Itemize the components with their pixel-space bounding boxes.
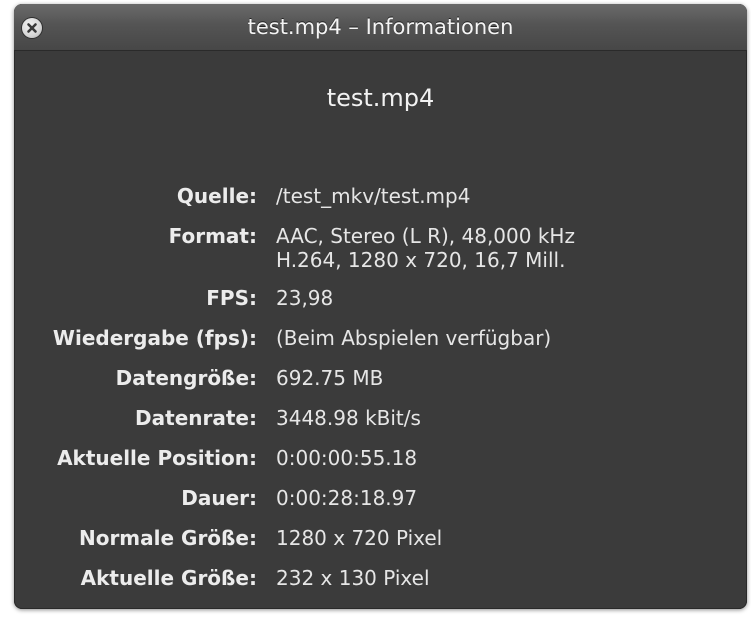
format-video-line: H.264, 1280 x 720, 16,7 Mill. — [276, 248, 566, 272]
info-row-duration: Dauer: 0:00:28:18.97 — [14, 482, 747, 522]
file-name-heading: test.mp4 — [326, 84, 435, 112]
duration-label: Dauer: — [181, 486, 257, 510]
normal-size-value: 1280 x 720 Pixel — [276, 526, 443, 550]
fps-label: FPS: — [206, 286, 257, 310]
info-row-source: Quelle: /test_mkv/test.mp4 — [14, 180, 747, 220]
title-bar[interactable]: test.mp4 – Informationen — [14, 4, 747, 51]
info-list: Quelle: /test_mkv/test.mp4 Format: AAC, … — [14, 180, 747, 602]
current-size-label: Aktuelle Größe: — [80, 566, 257, 590]
info-row-current-size: Aktuelle Größe: 232 x 130 Pixel — [14, 562, 747, 602]
info-row-data-size: Datengröße: 692.75 MB — [14, 362, 747, 402]
data-rate-value: 3448.98 kBit/s — [276, 406, 421, 430]
info-row-fps: FPS: 23,98 — [14, 282, 747, 322]
window-title: test.mp4 – Informationen — [247, 15, 514, 39]
info-row-playback-fps: Wiedergabe (fps): (Beim Abspielen verfüg… — [14, 322, 747, 362]
current-position-label: Aktuelle Position: — [57, 446, 257, 470]
source-value: /test_mkv/test.mp4 — [276, 184, 471, 208]
info-panel: test.mp4 – Informationen test.mp4 Quelle… — [14, 4, 747, 609]
format-value: AAC, Stereo (L R), 48,000 kHz H.264, 128… — [276, 224, 575, 272]
info-row-normal-size: Normale Größe: 1280 x 720 Pixel — [14, 522, 747, 562]
fps-value: 23,98 — [276, 286, 334, 310]
playback-fps-value: (Beim Abspielen verfügbar) — [276, 326, 552, 350]
info-row-data-rate: Datenrate: 3448.98 kBit/s — [14, 402, 747, 442]
info-row-format: Format: AAC, Stereo (L R), 48,000 kHz H.… — [14, 220, 747, 282]
format-label: Format: — [168, 224, 257, 248]
duration-value: 0:00:28:18.97 — [276, 486, 418, 510]
data-size-label: Datengröße: — [115, 366, 257, 390]
data-size-value: 692.75 MB — [276, 366, 384, 390]
current-size-value: 232 x 130 Pixel — [276, 566, 430, 590]
playback-fps-label: Wiedergabe (fps): — [52, 326, 257, 350]
current-position-value: 0:00:00:55.18 — [276, 446, 418, 470]
data-rate-label: Datenrate: — [135, 406, 257, 430]
normal-size-label: Normale Größe: — [78, 526, 257, 550]
info-row-current-position: Aktuelle Position: 0:00:00:55.18 — [14, 442, 747, 482]
format-audio-line: AAC, Stereo (L R), 48,000 kHz — [276, 224, 575, 248]
source-label: Quelle: — [176, 184, 257, 208]
